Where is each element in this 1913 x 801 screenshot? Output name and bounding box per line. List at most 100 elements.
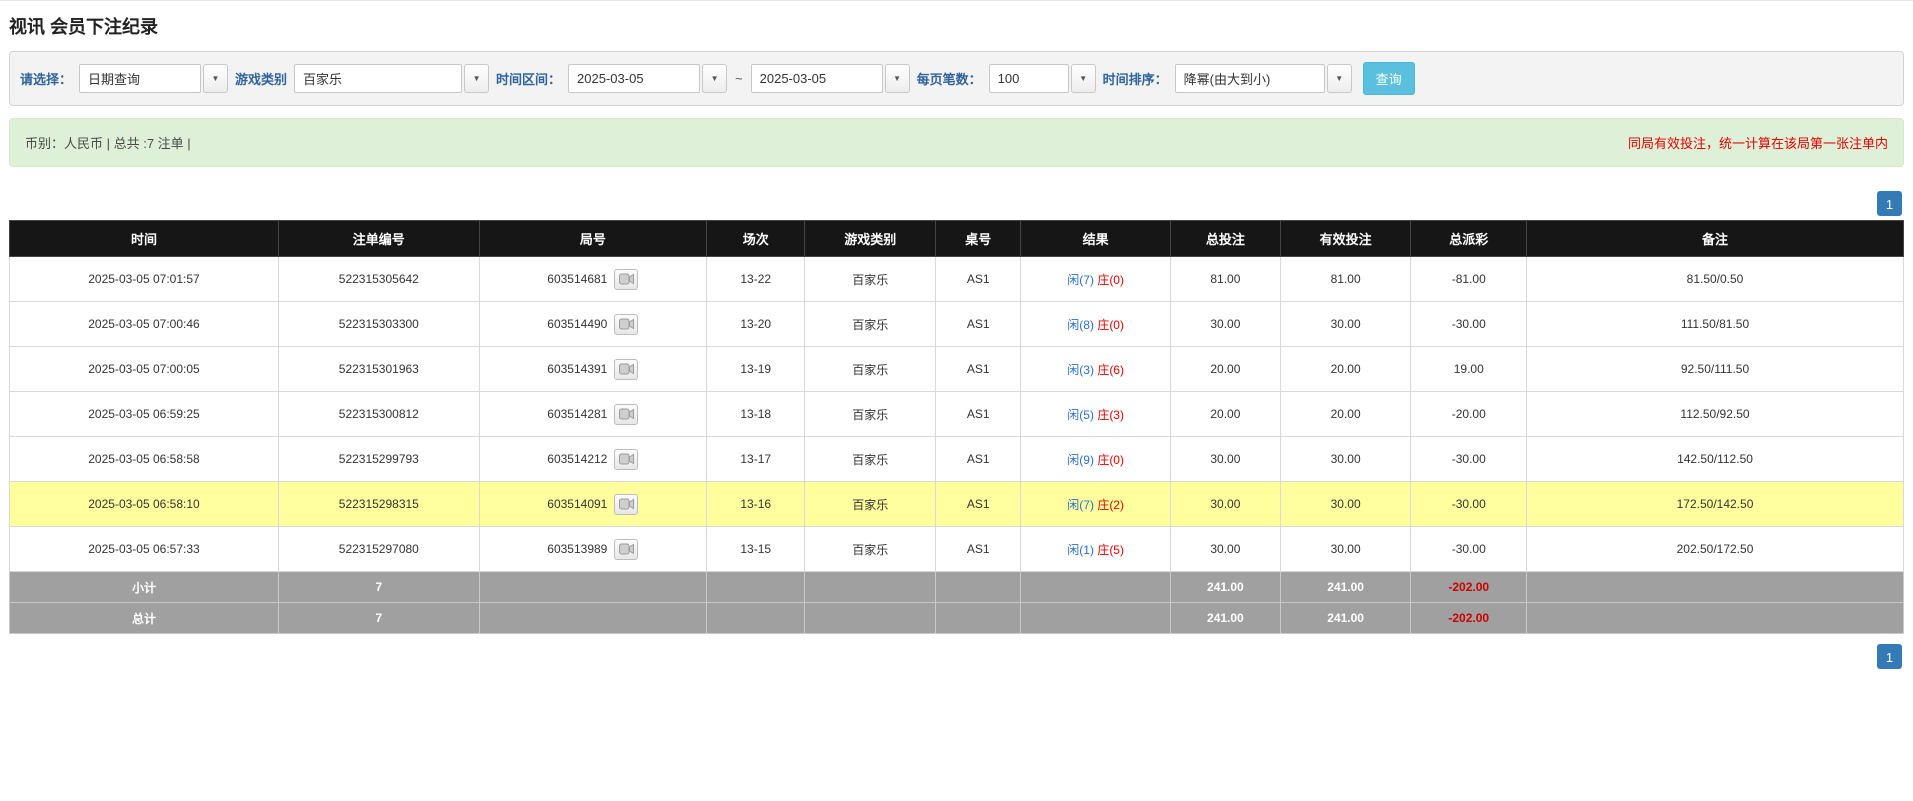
table-row: 2025-03-05 06:58:58 522315299793 6035142…: [10, 437, 1904, 482]
result-banker: 庄(0): [1097, 453, 1124, 467]
table-header: 时间 注单编号 局号 场次 游戏类别 桌号 结果 总投注 有效投注 总派彩 备注: [10, 221, 1904, 257]
cell-session: 13-16: [706, 482, 804, 527]
subtotal-total-bet: 241.00: [1170, 572, 1280, 603]
query-type-label: 请选择：: [20, 69, 72, 88]
subtotal-count: 7: [278, 572, 479, 603]
video-replay-icon[interactable]: [614, 449, 638, 470]
result-player: 闲(3): [1067, 363, 1094, 377]
date-to-input[interactable]: [751, 64, 883, 93]
cell-empty: [805, 603, 936, 634]
notice-text: 同局有效投注，统一计算在该局第一张注单内: [1628, 133, 1888, 152]
date-to-dropdown-button[interactable]: ▼: [885, 64, 910, 93]
cell-note: 92.50/111.50: [1527, 347, 1904, 392]
col-header-bet-id: 注单编号: [278, 221, 479, 257]
video-replay-icon[interactable]: [614, 359, 638, 380]
cell-result: 闲(7) 庄(2): [1021, 482, 1171, 527]
date-to-combo: ▼: [751, 64, 910, 93]
cell-valid-bet: 30.00: [1280, 482, 1411, 527]
cell-note: 142.50/112.50: [1527, 437, 1904, 482]
query-type-input[interactable]: [79, 64, 201, 93]
video-replay-icon[interactable]: [614, 269, 638, 290]
per-page-label: 每页笔数：: [917, 69, 982, 88]
cell-note: 81.50/0.50: [1527, 257, 1904, 302]
date-from-input[interactable]: [568, 64, 700, 93]
game-type-input[interactable]: [294, 64, 462, 93]
cell-total-bet[interactable]: 30.00: [1170, 437, 1280, 482]
total-row: 总计 7 241.00 241.00 -202.00: [10, 603, 1904, 634]
cell-payout: -30.00: [1411, 527, 1527, 572]
sort-input[interactable]: [1175, 64, 1325, 93]
video-replay-icon[interactable]: [614, 314, 638, 335]
total-payout: -202.00: [1411, 603, 1527, 634]
subtotal-payout: -202.00: [1411, 572, 1527, 603]
result-player: 闲(9): [1067, 453, 1094, 467]
cell-note: 172.50/142.50: [1527, 482, 1904, 527]
cell-time: 2025-03-05 06:59:25: [10, 392, 279, 437]
cell-total-bet[interactable]: 81.00: [1170, 257, 1280, 302]
table-row: 2025-03-05 06:59:25 522315300812 6035142…: [10, 392, 1904, 437]
cell-round-id: 603514490: [479, 302, 706, 347]
video-replay-icon[interactable]: [614, 539, 638, 560]
cell-empty: [1021, 603, 1171, 634]
cell-total-bet[interactable]: 30.00: [1170, 527, 1280, 572]
round-id-text: 603514091: [547, 497, 607, 511]
table-footer: 小计 7 241.00 241.00 -202.00 总计 7: [10, 572, 1904, 634]
currency-total-text: 币别：人民币 | 总共 :7 注单 |: [25, 133, 191, 152]
cell-note: 112.50/92.50: [1527, 392, 1904, 437]
date-from-dropdown-button[interactable]: ▼: [702, 64, 727, 93]
sort-label: 时间排序：: [1103, 69, 1168, 88]
cell-empty: [706, 572, 804, 603]
cell-empty: [1527, 572, 1904, 603]
subtotal-valid-bet: 241.00: [1280, 572, 1411, 603]
per-page-input[interactable]: [989, 64, 1069, 93]
sort-dropdown-button[interactable]: ▼: [1327, 64, 1352, 93]
cell-valid-bet: 20.00: [1280, 347, 1411, 392]
cell-total-bet[interactable]: 30.00: [1170, 482, 1280, 527]
summary-bar: 币别：人民币 | 总共 :7 注单 | 同局有效投注，统一计算在该局第一张注单内: [9, 118, 1904, 167]
cell-time: 2025-03-05 07:01:57: [10, 257, 279, 302]
cell-valid-bet: 30.00: [1280, 302, 1411, 347]
cell-payout: -30.00: [1411, 437, 1527, 482]
query-type-dropdown-button[interactable]: ▼: [203, 64, 228, 93]
result-banker: 庄(5): [1097, 543, 1124, 557]
chevron-down-icon: ▼: [893, 75, 901, 83]
cell-game-type: 百家乐: [805, 302, 936, 347]
cell-total-bet[interactable]: 20.00: [1170, 347, 1280, 392]
table-row: 2025-03-05 07:01:57 522315305642 6035146…: [10, 257, 1904, 302]
cell-session: 13-18: [706, 392, 804, 437]
search-button[interactable]: 查询: [1363, 62, 1415, 95]
cell-payout: -81.00: [1411, 257, 1527, 302]
cell-empty: [1527, 603, 1904, 634]
cell-result: 闲(1) 庄(5): [1021, 527, 1171, 572]
cell-note: 202.50/172.50: [1527, 527, 1904, 572]
cell-time: 2025-03-05 06:58:58: [10, 437, 279, 482]
pagination-bottom: 1: [11, 644, 1902, 669]
cell-round-id: 603514281: [479, 392, 706, 437]
chevron-down-icon: ▼: [473, 75, 481, 83]
page-1-button[interactable]: 1: [1877, 191, 1902, 216]
cell-session: 13-22: [706, 257, 804, 302]
cell-total-bet[interactable]: 20.00: [1170, 392, 1280, 437]
video-replay-icon[interactable]: [614, 494, 638, 515]
cell-game-type: 百家乐: [805, 482, 936, 527]
cell-table-no: AS1: [936, 527, 1021, 572]
cell-game-type: 百家乐: [805, 527, 936, 572]
cell-empty: [479, 603, 706, 634]
cell-table-no: AS1: [936, 392, 1021, 437]
game-type-dropdown-button[interactable]: ▼: [464, 64, 489, 93]
result-banker: 庄(0): [1097, 318, 1124, 332]
cell-bet-id: 522315305642: [278, 257, 479, 302]
result-player: 闲(1): [1067, 543, 1094, 557]
per-page-dropdown-button[interactable]: ▼: [1071, 64, 1096, 93]
video-replay-icon[interactable]: [614, 404, 638, 425]
table-row: 2025-03-05 06:57:33 522315297080 6035139…: [10, 527, 1904, 572]
cell-table-no: AS1: [936, 437, 1021, 482]
page-1-button[interactable]: 1: [1877, 644, 1902, 669]
cell-session: 13-15: [706, 527, 804, 572]
cell-total-bet[interactable]: 30.00: [1170, 302, 1280, 347]
col-header-table-no: 桌号: [936, 221, 1021, 257]
result-banker: 庄(6): [1097, 363, 1124, 377]
cell-empty: [805, 572, 936, 603]
per-page-combo: ▼: [989, 64, 1096, 93]
round-id-text: 603514212: [547, 452, 607, 466]
